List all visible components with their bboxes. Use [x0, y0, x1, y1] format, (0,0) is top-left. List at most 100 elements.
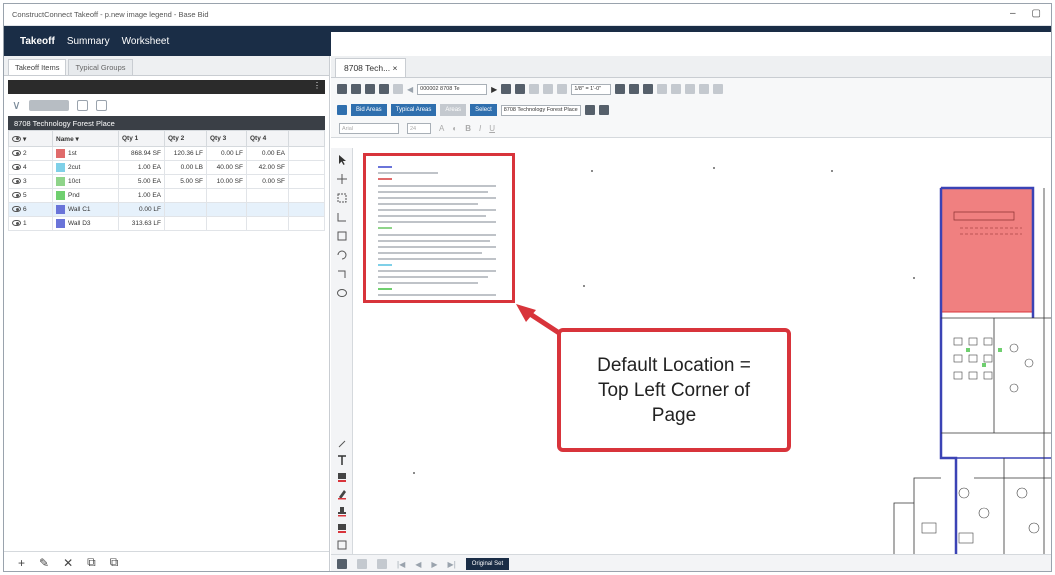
rectangle-tool-icon[interactable] [336, 230, 348, 242]
name-cell[interactable]: Wall C1 [52, 202, 119, 217]
column-header-qty1[interactable]: Qty 1 [118, 130, 165, 147]
print-page-icon[interactable] [501, 84, 512, 94]
eye-icon[interactable] [12, 192, 21, 199]
maximize-button[interactable]: ▢ [1032, 8, 1041, 19]
qty2-cell[interactable] [164, 216, 207, 231]
visibility-cell[interactable]: 6 [8, 202, 53, 217]
highlight-tool-icon[interactable] [336, 471, 348, 483]
qty4-cell[interactable]: 42.00 SF [246, 160, 289, 175]
qty1-cell[interactable]: 1.00 EA [118, 188, 165, 203]
extra-cell[interactable] [288, 216, 325, 231]
table-row[interactable]: 3 10ct 5.00 EA 5.00 SF 10.00 SF 0.00 SF [8, 174, 325, 189]
paste-icon[interactable] [95, 99, 107, 111]
qty3-cell[interactable]: 0.00 LF [206, 146, 247, 161]
extra-cell[interactable] [288, 146, 325, 161]
extra-cell[interactable] [288, 160, 325, 175]
table-row[interactable]: 4 2cut 1.00 EA 0.00 LB 40.00 SF 42.00 SF [8, 160, 325, 175]
scale-select[interactable]: 1/8" = 1'-0" [571, 83, 612, 95]
first-page-icon[interactable]: |◀ [397, 560, 405, 569]
italic-icon[interactable]: I [479, 124, 481, 133]
redo-icon[interactable] [657, 84, 668, 94]
extra-cell[interactable] [288, 188, 325, 203]
previous-page-icon[interactable]: ◀ [407, 85, 413, 94]
qty2-cell[interactable]: 0.00 LB [164, 160, 207, 175]
eye-icon[interactable] [12, 164, 21, 171]
visibility-cell[interactable]: 2 [8, 146, 53, 161]
crosshair-icon[interactable] [336, 173, 348, 185]
overlay-icon[interactable] [543, 84, 554, 94]
refresh-icon[interactable] [393, 84, 403, 94]
area-tool-icon[interactable] [336, 192, 348, 204]
qty3-cell[interactable] [206, 188, 247, 203]
grid-icon[interactable] [598, 105, 609, 115]
add-item-icon[interactable]: + [18, 556, 25, 570]
line-tool-icon[interactable] [336, 438, 348, 450]
last-page-icon[interactable]: ▶| [448, 560, 456, 569]
qty2-cell[interactable]: 120.36 LF [164, 146, 207, 161]
tab-takeoff[interactable]: Takeoff [14, 36, 61, 47]
extra-cell[interactable] [288, 202, 325, 217]
drawing-canvas[interactable]: Default Location = Top Left Corner of Pa… [354, 148, 1051, 554]
bid-areas-button[interactable]: Bid Areas [351, 104, 387, 116]
linear-tool-icon[interactable] [336, 211, 348, 223]
pan-icon[interactable] [351, 84, 361, 94]
column-header-qty2[interactable]: Qty 2 [164, 130, 207, 147]
edit-item-icon[interactable]: ✎ [39, 556, 49, 570]
paste-item-icon[interactable]: ⧉ [110, 555, 119, 570]
highlighted-room[interactable] [940, 187, 1034, 313]
cloud-tool-icon[interactable] [336, 539, 348, 551]
visibility-cell[interactable]: 4 [8, 160, 53, 175]
paste-annotation-icon[interactable] [699, 84, 710, 94]
qty2-cell[interactable] [164, 202, 207, 217]
visibility-cell[interactable]: 3 [8, 174, 53, 189]
original-set-button[interactable]: Original Set [465, 558, 510, 570]
areas-button[interactable]: Areas [440, 104, 467, 116]
chevron-down-icon[interactable]: ∨ [12, 98, 21, 112]
marker-tool-icon[interactable] [336, 522, 348, 534]
qty4-cell[interactable] [246, 216, 289, 231]
qty2-cell[interactable]: 5.00 SF [164, 174, 207, 189]
page-select[interactable]: 000002 8708 Te [417, 83, 488, 95]
name-cell[interactable]: Pnd [52, 188, 119, 203]
angle-tool-icon[interactable] [336, 268, 348, 280]
name-cell[interactable]: 10ct [52, 174, 119, 189]
cut-icon[interactable] [671, 84, 682, 94]
table-row[interactable]: 5 Pnd 1.00 EA [8, 188, 325, 203]
qty1-cell[interactable]: 868.94 SF [118, 146, 165, 161]
next-page-icon[interactable]: ▶ [491, 85, 497, 94]
new-item-button[interactable] [28, 99, 69, 111]
column-header-qty4[interactable]: Qty 4 [246, 130, 289, 147]
copy-icon[interactable] [76, 99, 88, 111]
area-select[interactable]: 8708 Technology Forest Place [500, 104, 581, 116]
font-select[interactable]: Arial [339, 123, 399, 134]
undo-icon[interactable] [643, 84, 654, 94]
name-cell[interactable]: Wall D3 [52, 216, 119, 231]
qty1-cell[interactable]: 0.00 LF [118, 202, 165, 217]
copy-annotation-icon[interactable] [685, 84, 696, 94]
arc-tool-icon[interactable] [336, 249, 348, 261]
layers-icon[interactable] [337, 559, 347, 569]
extra-cell[interactable] [288, 174, 325, 189]
select-arrow-icon[interactable] [336, 154, 348, 166]
ellipse-tool-icon[interactable] [336, 287, 348, 299]
qty1-cell[interactable]: 5.00 EA [118, 174, 165, 189]
count-icon[interactable] [629, 84, 640, 94]
minimize-button[interactable]: – [1010, 8, 1016, 19]
measure-icon[interactable] [615, 84, 626, 94]
typical-areas-button[interactable]: Typical Areas [390, 104, 437, 116]
tab-typical-groups[interactable]: Typical Groups [68, 59, 133, 75]
stamp-tool-icon[interactable] [336, 505, 348, 517]
bold-icon[interactable]: B [465, 124, 471, 133]
eye-icon[interactable] [12, 206, 21, 213]
area-icon[interactable] [337, 105, 347, 115]
name-cell[interactable]: 2cut [52, 160, 119, 175]
qty1-cell[interactable]: 313.63 LF [118, 216, 165, 231]
text-tool-icon[interactable] [336, 454, 348, 466]
page-icon[interactable] [357, 559, 367, 569]
column-header-extra[interactable] [288, 130, 325, 147]
underline-icon[interactable]: U [489, 124, 495, 133]
split-icon[interactable] [557, 84, 568, 94]
visibility-column-header[interactable]: ▾ [8, 130, 53, 147]
select-button[interactable]: Select [470, 104, 497, 116]
copy-item-icon[interactable]: ⧉ [87, 555, 96, 570]
